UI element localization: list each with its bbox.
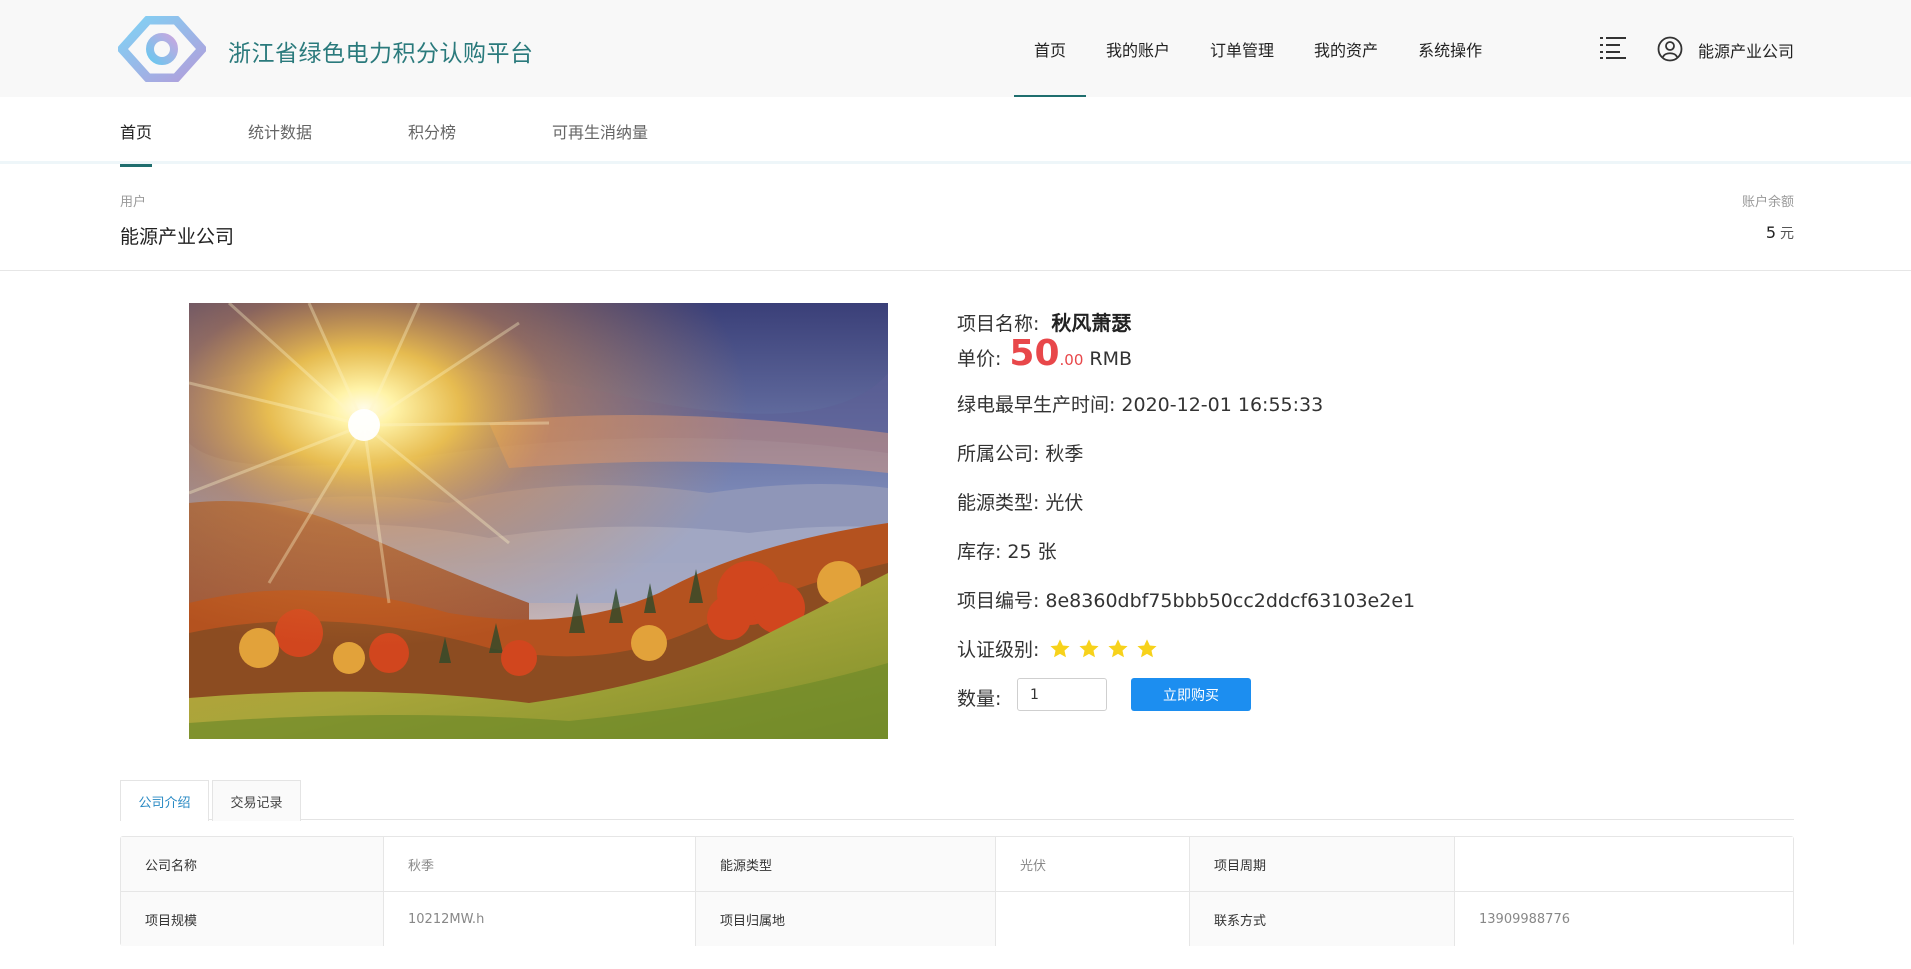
header-user-name[interactable]: 能源产业公司 xyxy=(1698,38,1794,62)
project-code-row: 项目编号: 8e8360dbf75bbb50cc2ddcf63103e2e1 xyxy=(957,586,1415,613)
project-code-label: 项目编号: xyxy=(957,590,1040,612)
table-value-cell: 秋季 xyxy=(383,837,695,891)
platform-logo-icon[interactable] xyxy=(118,16,206,82)
nav-my-assets[interactable]: 我的资产 xyxy=(1294,0,1398,97)
project-name-row: 项目名称: 秋风萧瑟 xyxy=(957,307,1131,336)
account-summary: 用户 能源产业公司 账户余额 5元 xyxy=(0,167,1911,271)
star-icon xyxy=(1079,638,1099,657)
stock-label: 库存: xyxy=(957,541,1002,563)
quantity-row: 数量: 立即购买 xyxy=(957,678,1357,711)
energy-type-label: 能源类型: xyxy=(957,492,1040,514)
table-row: 公司名称 秋季 能源类型 光伏 项目周期 xyxy=(121,837,1793,891)
table-value-cell: 10212MW.h xyxy=(383,892,695,946)
price-row: 单价: 50 .00 RMB xyxy=(957,333,1132,374)
list-menu-icon[interactable] xyxy=(1600,36,1626,60)
top-header: 浙江省绿色电力积分认购平台 首页 我的账户 订单管理 我的资产 系统操作 能源产… xyxy=(0,0,1911,97)
star-icon xyxy=(1108,638,1128,657)
star-icon xyxy=(1137,638,1157,657)
company-detail-table: 公司名称 秋季 能源类型 光伏 项目周期 项目规模 10212MW.h 项目归属… xyxy=(120,836,1794,946)
table-value-cell xyxy=(1454,837,1793,891)
project-photo xyxy=(189,303,888,739)
stock-value: 25 张 xyxy=(1007,541,1057,563)
subtab-renewable-consumption[interactable]: 可再生消纳量 xyxy=(552,97,648,164)
quantity-input[interactable] xyxy=(1017,678,1107,711)
main-nav: 首页 我的账户 订单管理 我的资产 系统操作 xyxy=(1014,0,1502,97)
platform-title[interactable]: 浙江省绿色电力积分认购平台 xyxy=(228,34,534,68)
production-time-row: 绿电最早生产时间: 2020-12-01 16:55:33 xyxy=(957,390,1323,417)
price-decimal: .00 xyxy=(1059,351,1084,369)
sub-tab-bar: 首页 统计数据 积分榜 可再生消纳量 xyxy=(0,97,1911,167)
project-name-value: 秋风萧瑟 xyxy=(1051,311,1132,335)
balance-amount: 5 xyxy=(1765,223,1776,242)
production-time-value: 2020-12-01 16:55:33 xyxy=(1121,394,1324,416)
certification-level-label: 认证级别: xyxy=(957,639,1040,661)
table-row: 项目规模 10212MW.h 项目归属地 联系方式 13909988776 xyxy=(121,891,1793,946)
price-label: 单价: xyxy=(957,348,1002,370)
nav-home[interactable]: 首页 xyxy=(1014,0,1087,97)
nav-my-account[interactable]: 我的账户 xyxy=(1086,0,1190,97)
autumn-landscape-image xyxy=(189,303,888,739)
stock-row: 库存: 25 张 xyxy=(957,537,1057,564)
energy-type-value: 光伏 xyxy=(1045,492,1084,514)
price-currency: RMB xyxy=(1089,348,1133,370)
nav-order-management[interactable]: 订单管理 xyxy=(1190,0,1294,97)
user-label: 用户 xyxy=(120,195,147,210)
table-label-cell: 能源类型 xyxy=(695,837,995,891)
table-value-cell: 13909988776 xyxy=(1454,892,1793,946)
company-row: 所属公司: 秋季 xyxy=(957,439,1083,466)
energy-type-row: 能源类型: 光伏 xyxy=(957,488,1083,515)
buy-now-button[interactable]: 立即购买 xyxy=(1131,678,1251,711)
price-integer: 50 xyxy=(1009,333,1060,374)
project-code-value: 8e8360dbf75bbb50cc2ddcf63103e2e1 xyxy=(1045,590,1416,612)
table-value-cell xyxy=(995,892,1189,946)
quantity-label: 数量: xyxy=(957,688,1002,710)
subtab-leaderboard[interactable]: 积分榜 xyxy=(408,97,456,164)
balance-unit: 元 xyxy=(1780,226,1794,242)
detail-tabs: 公司介绍 交易记录 xyxy=(120,780,1794,821)
certification-level-row: 认证级别: xyxy=(957,635,1158,662)
star-icon xyxy=(1050,638,1070,657)
table-label-cell: 公司名称 xyxy=(121,837,383,891)
table-label-cell: 联系方式 xyxy=(1189,892,1454,946)
tab-transaction-records[interactable]: 交易记录 xyxy=(212,780,301,821)
user-value: 能源产业公司 xyxy=(120,226,235,248)
tab-company-intro[interactable]: 公司介绍 xyxy=(120,780,209,821)
table-label-cell: 项目归属地 xyxy=(695,892,995,946)
certification-stars xyxy=(1049,638,1158,660)
table-label-cell: 项目周期 xyxy=(1189,837,1454,891)
table-label-cell: 项目规模 xyxy=(121,892,383,946)
project-name-label: 项目名称: xyxy=(957,313,1040,335)
company-value: 秋季 xyxy=(1045,443,1084,465)
subtab-home[interactable]: 首页 xyxy=(120,97,153,167)
nav-system-operations[interactable]: 系统操作 xyxy=(1398,0,1502,97)
balance-value: 5元 xyxy=(1766,223,1794,243)
company-label: 所属公司: xyxy=(957,443,1040,465)
balance-label: 账户余额 xyxy=(1741,195,1794,210)
table-value-cell: 光伏 xyxy=(995,837,1189,891)
production-time-label: 绿电最早生产时间: xyxy=(957,394,1116,416)
user-avatar-icon[interactable] xyxy=(1657,36,1683,62)
subtab-statistics[interactable]: 统计数据 xyxy=(248,97,312,164)
